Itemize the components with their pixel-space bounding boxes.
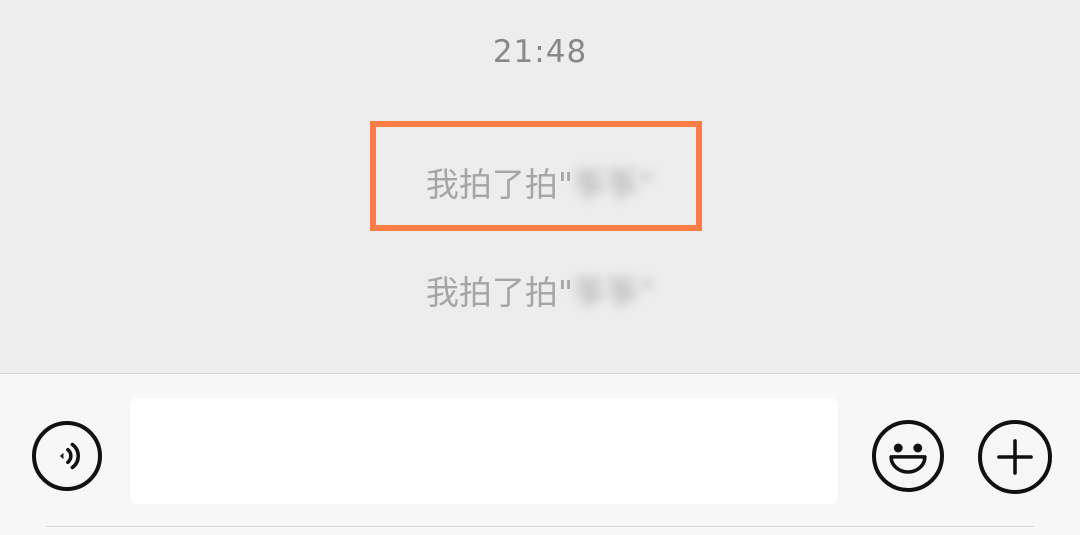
voice-icon [59,442,80,470]
chat-area: 21:48 我拍了拍"筝筝" 我拍了拍"筝筝" [0,0,1080,373]
pat-target-name-blurred: 筝筝" [573,273,655,312]
emoji-icon [889,443,927,474]
highlight-annotation-box [370,121,702,231]
voice-button[interactable] [32,421,102,491]
plus-icon [997,439,1033,475]
emoji-button[interactable] [872,420,944,492]
chat-input-bar [0,373,1080,535]
pat-system-message: 我拍了拍"筝筝" [0,266,1080,314]
pat-message-prefix: 我拍了拍" [425,273,573,312]
message-timestamp: 21:48 [492,34,588,70]
input-divider [46,526,1034,527]
message-input[interactable] [130,398,838,504]
more-button[interactable] [978,420,1052,494]
